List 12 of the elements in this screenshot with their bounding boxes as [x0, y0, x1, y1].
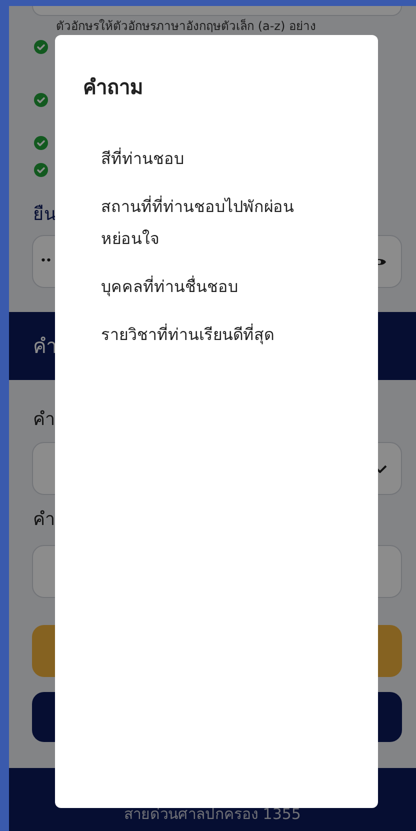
question-option[interactable]: รายวิชาที่ท่านเรียนดีที่สุด	[101, 319, 326, 351]
dialog-title: คำถาม	[83, 74, 144, 101]
question-option[interactable]: บุคคลที่ท่านชื่นชอบ	[101, 271, 326, 303]
requirement-text: ตัวอักษรให้ตัวอักษรภาษาอังกฤษตัวเล็ก (a-z) อย่าง	[56, 18, 316, 34]
section-title: คำ	[33, 333, 57, 360]
field-label: คำ	[33, 510, 56, 530]
field-label: คำ	[33, 410, 56, 430]
question-option[interactable]: สถานที่ที่ท่านชอบไปพักผ่อนหย่อนใจ	[101, 191, 326, 255]
question-option[interactable]: สีที่ท่านชอบ	[101, 143, 326, 175]
password-dots: ••	[40, 253, 51, 270]
field-label: ยืน	[33, 205, 57, 225]
hotline-text: สายด่วนศาลปกครอง 1355	[124, 804, 301, 824]
